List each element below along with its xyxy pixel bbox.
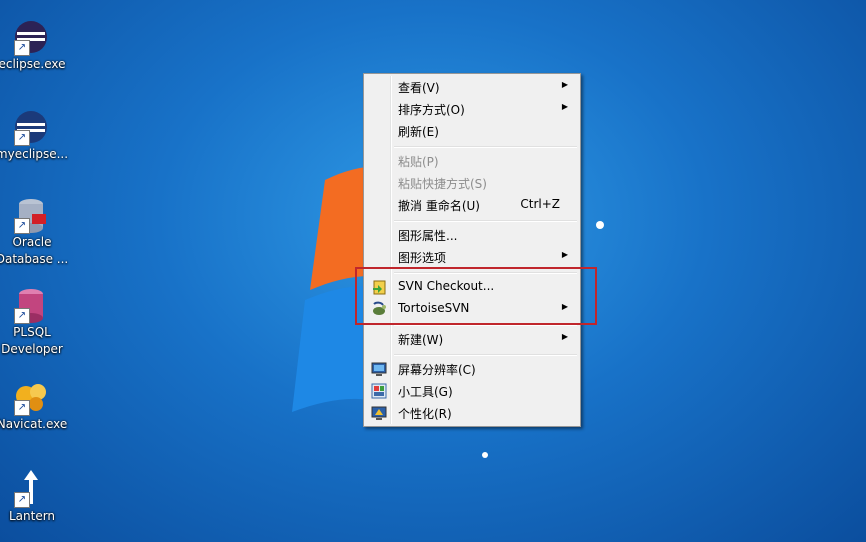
menu-item-gadgets[interactable]: 小工具(G)	[366, 380, 578, 402]
menu-item-refresh[interactable]: 刷新(E)	[366, 120, 578, 142]
desktop-icon-plsql-developer[interactable]: ↗ PLSQL Developer	[0, 278, 63, 356]
submenu-arrow-icon: ▶	[561, 102, 568, 111]
navicat-icon: ↗	[12, 378, 50, 416]
menu-separator	[394, 146, 577, 148]
desktop-icon-navicat[interactable]: ↗ Navicat.exe	[0, 370, 67, 448]
menu-item-graphics-properties[interactable]: 图形属性...	[366, 224, 578, 246]
menu-item-label: 小工具(G)	[398, 385, 453, 399]
personalize-icon	[371, 405, 387, 421]
submenu-arrow-icon: ▶	[561, 332, 568, 341]
lantern-icon: ↗	[12, 470, 50, 508]
menu-item-label: 个性化(R)	[398, 407, 452, 421]
shortcut-arrow-icon: ↗	[14, 400, 30, 416]
menu-separator	[394, 220, 577, 222]
shortcut-arrow-icon: ↗	[14, 40, 30, 56]
menu-item-new[interactable]: 新建(W) ▶	[366, 328, 578, 350]
menu-item-screen-resolution[interactable]: 屏幕分辨率(C)	[366, 358, 578, 380]
shortcut-arrow-icon: ↗	[14, 492, 30, 508]
highlight-box	[355, 267, 597, 325]
myeclipse-icon: ↗	[12, 108, 50, 146]
menu-item-undo-rename[interactable]: 撤消 重命名(U) Ctrl+Z	[366, 194, 578, 216]
desktop-icon-label: Navicat.exe	[0, 417, 68, 431]
desktop-icon-myeclipse[interactable]: ↗ myeclipse...	[0, 100, 68, 178]
plsql-developer-icon: ↗	[12, 286, 50, 324]
submenu-arrow-icon: ▶	[561, 80, 568, 89]
menu-item-personalize[interactable]: 个性化(R)	[366, 402, 578, 424]
desktop-context-menu: 查看(V) ▶ 排序方式(O) ▶ 刷新(E) 粘贴(P) 粘贴快捷方式(S) …	[363, 73, 581, 427]
oracle-database-icon: ↗	[12, 196, 50, 234]
menu-item-graphics-options[interactable]: 图形选项 ▶	[366, 246, 578, 268]
menu-item-label: 图形属性...	[398, 229, 458, 243]
menu-item-label: 新建(W)	[398, 333, 444, 347]
menu-item-label: 排序方式(O)	[398, 103, 465, 117]
desktop-icon-label: myeclipse...	[0, 147, 69, 161]
menu-item-label: 屏幕分辨率(C)	[398, 363, 476, 377]
eclipse-icon: ↗	[12, 18, 50, 56]
menu-item-view[interactable]: 查看(V) ▶	[366, 76, 578, 98]
menu-item-label: 粘贴(P)	[398, 155, 439, 169]
desktop-icon-label: Oracle Database ...	[0, 235, 69, 266]
desktop-icon-lantern[interactable]: ↗ Lantern	[0, 462, 62, 540]
submenu-arrow-icon: ▶	[561, 250, 568, 259]
shortcut-arrow-icon: ↗	[14, 218, 30, 234]
menu-item-sort[interactable]: 排序方式(O) ▶	[366, 98, 578, 120]
desktop-icon-eclipse[interactable]: ↗ eclipse.exe	[0, 10, 66, 88]
menu-item-label: 粘贴快捷方式(S)	[398, 177, 487, 191]
menu-item-label: 查看(V)	[398, 81, 440, 95]
desktop-icon-label: Lantern	[8, 509, 56, 523]
desktop-icon-label: eclipse.exe	[0, 57, 66, 71]
shortcut-arrow-icon: ↗	[14, 308, 30, 324]
desktop-icon-label: PLSQL Developer	[1, 325, 63, 356]
menu-item-paste-shortcut[interactable]: 粘贴快捷方式(S)	[366, 172, 578, 194]
menu-item-label: 图形选项	[398, 251, 447, 265]
menu-item-label: 刷新(E)	[398, 125, 439, 139]
shortcut-key-label: Ctrl+Z	[520, 197, 560, 211]
menu-separator	[394, 354, 577, 356]
desktop-icon-oracle-database[interactable]: ↗ Oracle Database ...	[0, 188, 68, 266]
menu-item-paste[interactable]: 粘贴(P)	[366, 150, 578, 172]
shortcut-arrow-icon: ↗	[14, 130, 30, 146]
monitor-icon	[371, 361, 387, 377]
gadgets-icon	[371, 383, 387, 399]
menu-item-label: 撤消 重命名(U)	[398, 199, 480, 213]
